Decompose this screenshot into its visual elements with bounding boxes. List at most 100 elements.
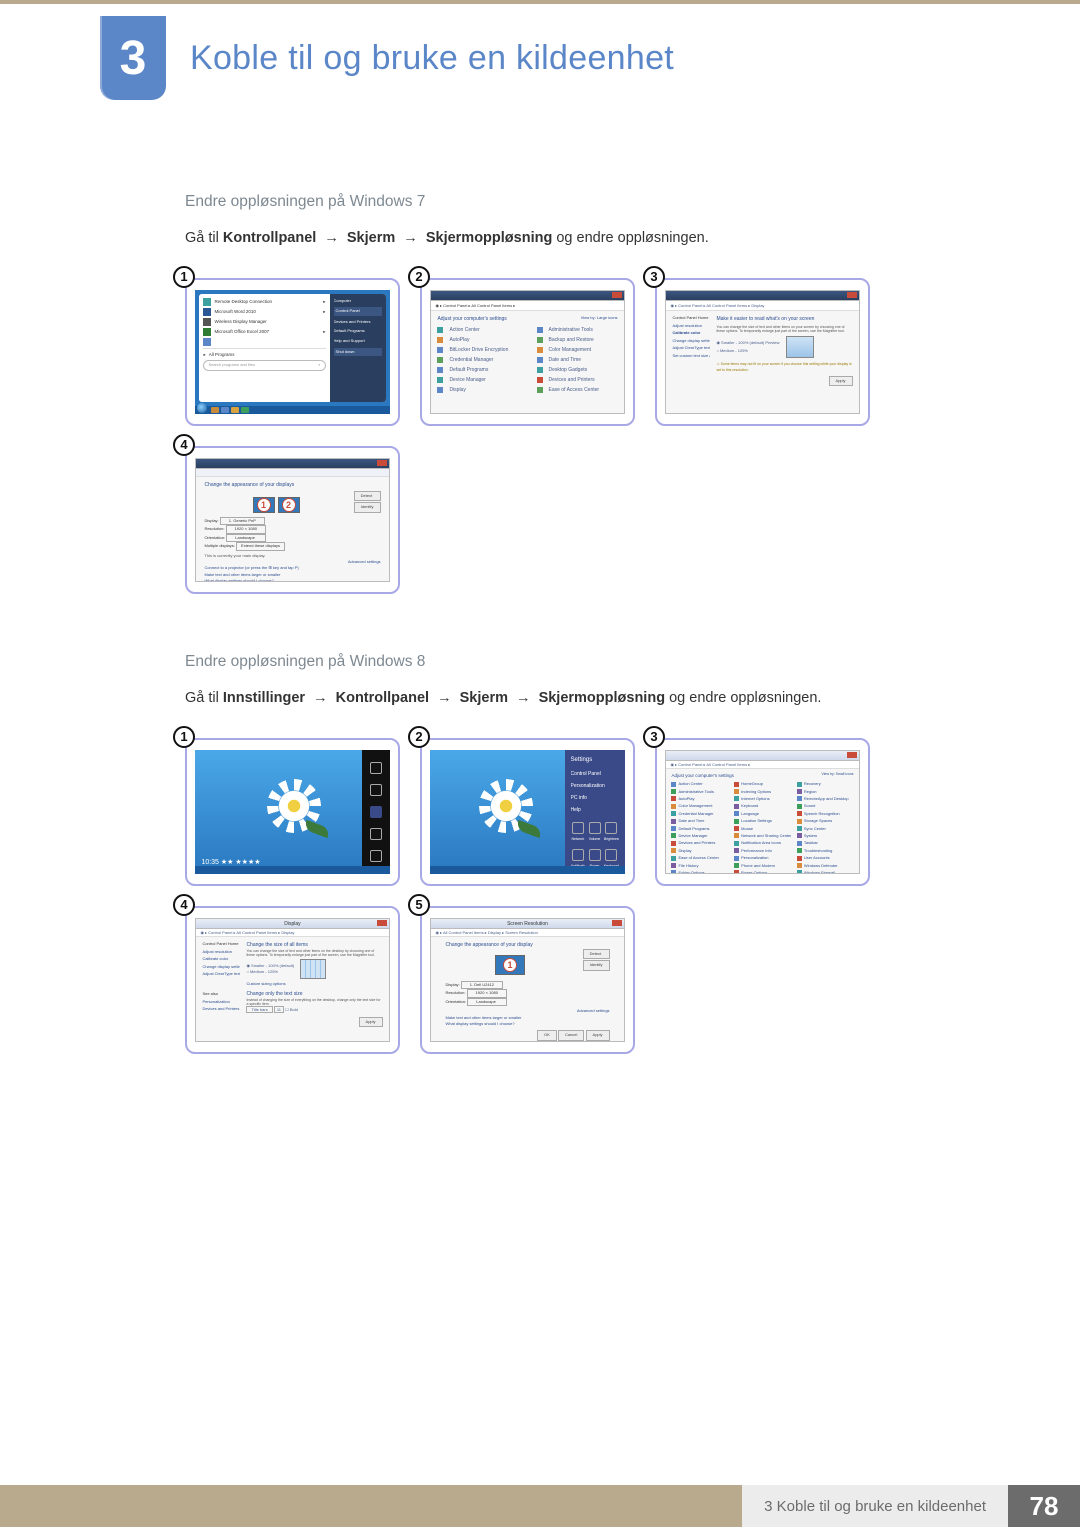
cp-item: Administrative Tools — [671, 789, 728, 795]
cp-item: Taskbar — [797, 840, 854, 846]
cp-item: Default Programs — [437, 366, 518, 374]
ok-button: OK — [537, 1030, 557, 1040]
window-titlebar: Display — [196, 919, 388, 929]
power-icon — [589, 849, 601, 861]
path-screen-resolution: Skjermoppløsning — [539, 690, 666, 706]
cp-item: Action Center — [437, 326, 518, 334]
text: og endre oppløsningen. — [669, 690, 821, 706]
notifications-icon — [572, 849, 584, 861]
path-display: Skjerm — [347, 230, 395, 246]
main-pane: Change the size of all items You can cha… — [246, 941, 382, 1042]
page: 3 Koble til og bruke en kildeenhet Endre… — [0, 0, 1080, 1527]
breadcrumb: ◉ ▸ Control Panel ▸ All Control Panel It… — [666, 301, 858, 311]
cp-item: Action Center — [671, 781, 728, 787]
screenshot-frame: Settings Control Panel Personalization P… — [420, 738, 635, 886]
identify-button: Identify — [354, 502, 381, 512]
screenshot-frame: Display ◉ ▸ Control Panel ▸ All Control … — [185, 906, 400, 1054]
win7-thumbnails: 1 Remote Desktop Connection▸ Microsoft W… — [185, 278, 980, 594]
search-input: Search programs and files⌕ — [203, 360, 325, 370]
sidebar: Control Panel Home Adjust resolution Cal… — [202, 941, 240, 1042]
sidebar: Control Panel Home Adjust resolution Cal… — [672, 315, 710, 414]
start-item: Wireless Display Manager — [203, 318, 325, 326]
apply-button: Apply — [829, 376, 853, 386]
cp-item: AutoPlay — [671, 796, 728, 802]
taskbar — [195, 866, 389, 874]
cp-item: Color Management — [671, 803, 728, 809]
arrow-icon: → — [433, 690, 456, 706]
arrow-icon: → — [512, 690, 535, 706]
monitor-preview-icon — [300, 959, 326, 979]
cp-item: Display — [437, 386, 518, 394]
text: Gå til — [185, 690, 223, 706]
cp-item: Administrative Tools — [537, 326, 618, 334]
cp-item: Power Options — [734, 870, 791, 874]
cp-item: Language — [734, 811, 791, 817]
cp-item: Recovery — [797, 781, 854, 787]
start-item: Microsoft Office Excel 2007▸ — [203, 328, 325, 336]
chapter-header: 3 Koble til og bruke en kildeenhet — [0, 4, 1080, 100]
start-menu-left: Remote Desktop Connection▸ Microsoft Wor… — [199, 294, 329, 402]
view-by: View by: Large icons — [581, 315, 618, 323]
leaf-icon — [515, 820, 543, 838]
screenshot-frame: ◉ ▸ Control Panel ▸ All Control Panel It… — [655, 278, 870, 426]
win8-path: Gå til Innstillinger → Kontrollpanel → S… — [185, 687, 980, 710]
cp-item: Credential Manager — [671, 811, 728, 817]
cp-item: Color Management — [537, 346, 618, 354]
cp-list: Action Center Administrative ToolsAutoPla… — [671, 781, 853, 874]
toolbar — [196, 469, 388, 477]
all-programs: ▸All Programs — [203, 348, 325, 358]
cp-item: Mouse — [734, 826, 791, 832]
win7-path: Gå til Kontrollpanel → Skjerm → Skjermop… — [185, 227, 980, 250]
close-icon — [377, 460, 387, 466]
cp-item: Storage Spaces — [797, 818, 854, 824]
desktop-wallpaper: Settings Control Panel Personalization P… — [430, 750, 624, 874]
arrow-icon: → — [320, 230, 343, 246]
cp-item: Keyboard — [734, 803, 791, 809]
breadcrumb: ◉ ▸ Control Panel ▸ All Control Panel It… — [431, 301, 623, 311]
cp-item: Personalization — [734, 855, 791, 861]
win7-step-1: 1 Remote Desktop Connection▸ Microsoft W… — [185, 278, 400, 426]
step-badge: 4 — [173, 894, 195, 916]
cp-item: Devices and Printers — [671, 840, 728, 846]
cp-item: Device Manager — [671, 833, 728, 839]
share-charm-icon — [370, 784, 382, 796]
cp-item: RemoteApp and Desktop — [797, 796, 854, 802]
cp-item: Speech Recognition — [797, 811, 854, 817]
footer-chapter-label: 3 Koble til og bruke en kildeenhet — [742, 1485, 1008, 1527]
win7-step-2: 2 ◉ ▸ Control Panel ▸ All Control Panel … — [420, 278, 635, 426]
step-badge: 3 — [643, 266, 665, 288]
settings-charm-icon — [370, 850, 382, 862]
arrow-icon: → — [399, 230, 422, 246]
cp-item: Internet Options — [734, 796, 791, 802]
monitor-1-icon: 1 — [503, 958, 517, 972]
cp-item: System — [797, 833, 854, 839]
win7-step-4: 4 Change the appearance of your displays… — [185, 446, 400, 594]
step-badge: 2 — [408, 726, 430, 748]
chapter-title: Koble til og bruke en kildeenhet — [190, 39, 674, 78]
main-pane: Make it easier to read what's on your sc… — [716, 315, 852, 414]
network-icon — [572, 822, 584, 834]
breadcrumb: ◉ ▸ All Control Panel Items ▸ Display ▸ … — [431, 929, 623, 937]
screenshot-frame: Remote Desktop Connection▸ Microsoft Wor… — [185, 278, 400, 426]
apply-button: Apply — [359, 1017, 383, 1027]
cp-item: Device Manager — [437, 376, 518, 384]
monitor-preview-icon — [786, 336, 814, 358]
win7-heading: Endre oppløsningen på Windows 7 — [185, 190, 980, 215]
cp-item: Display — [671, 848, 728, 854]
breadcrumb: ◉ ▸ Control Panel ▸ All Control Panel It… — [666, 761, 858, 769]
step-badge: 5 — [408, 894, 430, 916]
win8-step-3: 3 ◉ ▸ Control Panel ▸ All Control Panel … — [655, 738, 870, 886]
cp-item: Windows Defender — [797, 863, 854, 869]
charms-bar — [362, 750, 390, 874]
cp-item: Network and Sharing Center — [734, 833, 791, 839]
start-item — [203, 338, 325, 346]
step-badge: 1 — [173, 266, 195, 288]
start-menu-right: Computer Control Panel Devices and Print… — [330, 294, 386, 402]
cp-item: Performance Info — [734, 848, 791, 854]
devices-charm-icon — [370, 828, 382, 840]
screenshot-frame: 10:35 ★★ ★★★★ — [185, 738, 400, 886]
cp-item: Desktop Gadgets — [537, 366, 618, 374]
cp-item: Windows Firewall — [797, 870, 854, 874]
cp-item: BitLocker Drive Encryption — [437, 346, 518, 354]
cp-item: Troubleshooting — [797, 848, 854, 854]
